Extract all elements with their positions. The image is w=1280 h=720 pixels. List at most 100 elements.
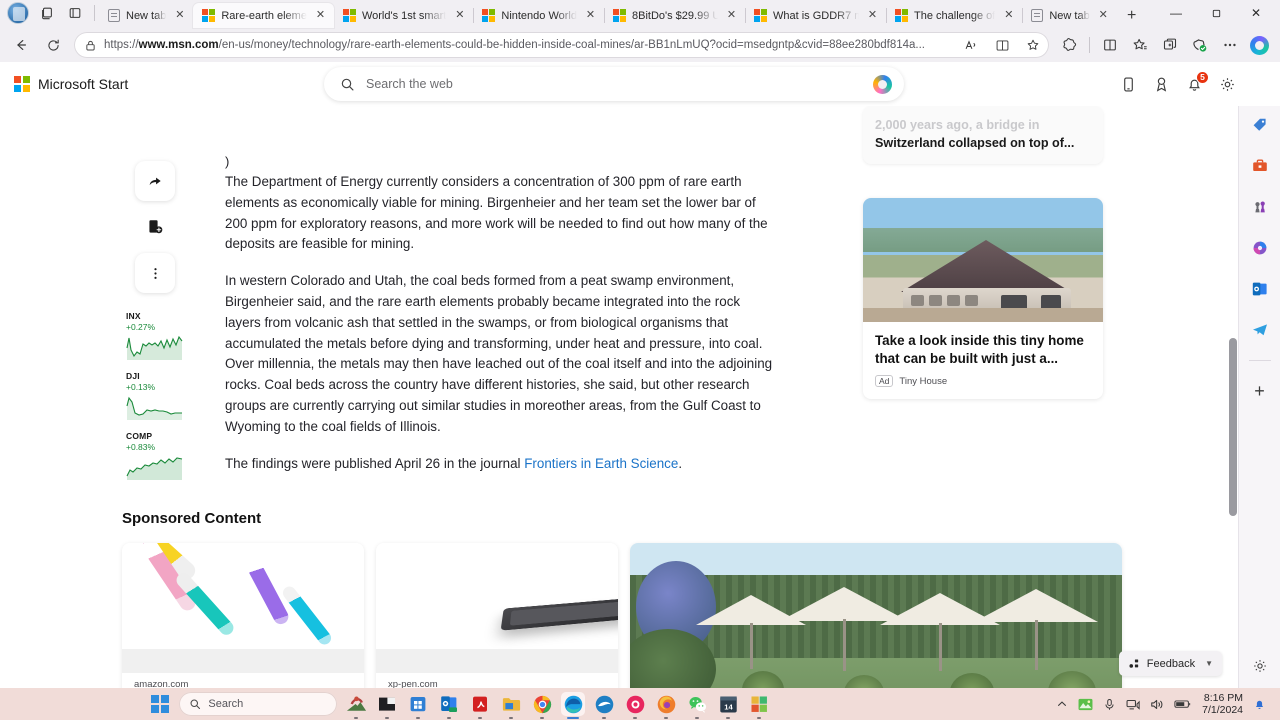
favorite-star-icon[interactable] <box>1021 34 1045 56</box>
calendar-icon[interactable]: 14 <box>716 692 740 719</box>
feedback-button[interactable]: Feedback ▼ <box>1118 651 1222 676</box>
tab-close-icon[interactable]: ✕ <box>865 8 880 23</box>
microphone-icon[interactable] <box>1103 698 1116 711</box>
tab-close-icon[interactable]: ✕ <box>313 8 328 23</box>
tab-close-icon[interactable]: ✕ <box>172 8 187 23</box>
shield-protection-icon[interactable] <box>1185 31 1214 59</box>
ad-source: Tiny House <box>899 375 948 387</box>
taskbar-clock[interactable]: 8:16 PM 7/1/2024 <box>1202 692 1243 716</box>
ticker-card[interactable]: INX +0.27% <box>126 311 184 360</box>
ticker-card[interactable]: DJI +0.13% <box>126 371 184 420</box>
split-screen-icon[interactable] <box>62 1 88 25</box>
tab-close-icon[interactable]: ✕ <box>724 8 739 23</box>
firefox-icon[interactable] <box>654 692 678 719</box>
tab-close-icon[interactable]: ✕ <box>583 8 598 23</box>
tab-nintendo-world[interactable]: Nintendo World ✕ <box>473 3 605 28</box>
add-to-collection-icon[interactable] <box>1155 31 1184 59</box>
chrome-icon[interactable] <box>530 692 554 719</box>
split-screen-toolbar-icon[interactable] <box>1095 31 1124 59</box>
new-tab-button[interactable]: + <box>1119 4 1145 28</box>
tab-rare-earth-elements[interactable]: Rare-earth eleme ✕ <box>193 3 334 28</box>
immersive-reader-icon[interactable] <box>990 34 1014 56</box>
tiny-home-ad-card[interactable]: Take a look inside this tiny home that c… <box>863 198 1103 399</box>
copilot-button[interactable] <box>1245 31 1274 59</box>
start-button[interactable] <box>148 692 172 716</box>
copilot-search-icon[interactable] <box>873 74 892 94</box>
games-icon[interactable] <box>1246 193 1274 221</box>
tab-new-tab-1[interactable]: New tab ✕ <box>99 3 195 28</box>
minimize-button[interactable]: — <box>1156 0 1196 26</box>
file-explorer-dark-icon[interactable] <box>375 692 399 719</box>
tab-title: The challenge of <box>914 9 996 22</box>
outlook-new-icon[interactable] <box>437 692 461 719</box>
journal-link[interactable]: Frontiers in Earth Science <box>524 456 678 471</box>
scrollbar-thumb[interactable] <box>1229 338 1237 516</box>
tools-icon[interactable] <box>1246 152 1274 180</box>
profile-avatar[interactable] <box>7 2 29 24</box>
pdf-reader-icon[interactable] <box>468 692 492 719</box>
outlook-icon[interactable] <box>1246 275 1274 303</box>
add-sidebar-app-icon[interactable]: + <box>1246 377 1274 405</box>
chevron-down-icon[interactable]: ▼ <box>1205 659 1213 668</box>
taskbar-search[interactable]: Search <box>179 692 338 716</box>
tab-close-icon[interactable]: ✕ <box>1001 8 1016 23</box>
notification-bell-icon[interactable] <box>1253 698 1266 711</box>
sponsored-card-tablet[interactable]: xp-pen.com US Warehouse Fast Delivery - <box>376 543 618 688</box>
more-options-button[interactable] <box>135 253 175 293</box>
shopping-tag-icon[interactable] <box>1246 111 1274 139</box>
tiny-home-ad-body: Take a look inside this tiny home that c… <box>863 322 1103 399</box>
rewards-icon[interactable] <box>1153 76 1170 93</box>
tab-close-icon[interactable]: ✕ <box>1096 8 1111 23</box>
save-to-collection-button[interactable] <box>135 207 175 247</box>
sidebar-settings-icon[interactable] <box>1246 652 1274 680</box>
refresh-button[interactable] <box>38 31 68 59</box>
tab-the-challenge-of[interactable]: The challenge of ✕ <box>886 3 1024 28</box>
app-pink-icon[interactable] <box>623 692 647 719</box>
edge-icon[interactable] <box>561 692 586 719</box>
teaser-card[interactable]: 2,000 years ago, a bridge in Switzerland… <box>863 106 1103 164</box>
ticker-card[interactable]: COMP +0.83% <box>126 431 184 480</box>
network-icon[interactable] <box>1126 698 1140 711</box>
tab-new-tab-2[interactable]: New tab ✕ <box>1022 3 1116 28</box>
share-button[interactable] <box>135 161 175 201</box>
photos-icon[interactable] <box>747 692 771 719</box>
browser-essentials-icon[interactable] <box>1055 31 1084 59</box>
microsoft-store-icon[interactable] <box>406 692 430 719</box>
sponsored-source: amazon.com <box>134 679 189 688</box>
mobile-app-icon[interactable] <box>1120 76 1137 93</box>
sponsored-card-pens[interactable]: amazon.com Save on uniball pens Today - <box>122 543 364 688</box>
msn-brand[interactable]: Microsoft Start <box>14 76 314 92</box>
tab-worlds-1st-smart[interactable]: World's 1st smart ✕ <box>334 3 475 28</box>
nvidia-tray-icon[interactable] <box>1078 698 1093 711</box>
collections-icon[interactable] <box>1125 31 1154 59</box>
maximize-button[interactable] <box>1196 0 1236 26</box>
address-bar[interactable]: https://www.msn.com/en-us/money/technolo… <box>74 32 1049 58</box>
web-search-box[interactable]: Search the web <box>324 67 904 101</box>
app-blue-icon[interactable] <box>592 692 616 719</box>
sponsored-content-section: Sponsored Content amazon.com xp-pen.com <box>122 510 1122 688</box>
widgets-weather-icon[interactable] <box>344 692 368 719</box>
sponsored-card-garden[interactable] <box>630 543 1122 688</box>
read-aloud-icon[interactable] <box>959 34 983 56</box>
close-window-button[interactable]: ✕ <box>1236 0 1276 26</box>
settings-gear-icon[interactable] <box>1219 76 1236 93</box>
settings-more-icon[interactable] <box>1215 31 1244 59</box>
telegram-icon[interactable] <box>1246 316 1274 344</box>
file-explorer-icon[interactable] <box>499 692 523 719</box>
battery-icon[interactable] <box>1174 698 1192 710</box>
notifications-icon[interactable]: 5 <box>1186 70 1209 93</box>
wechat-icon[interactable] <box>685 692 709 719</box>
tab-what-is-gddr7[interactable]: What is GDDR7 m ✕ <box>745 3 887 28</box>
page-scrollbar[interactable] <box>1228 106 1238 688</box>
running-indicator <box>354 717 359 719</box>
tab-8bitdo[interactable]: 8BitDo's $29.99 U ✕ <box>604 3 746 28</box>
tab-close-icon[interactable]: ✕ <box>452 8 467 23</box>
volume-icon[interactable] <box>1150 698 1164 711</box>
tab-search-icon[interactable] <box>34 1 60 25</box>
show-hidden-icons-chevron[interactable] <box>1056 698 1068 710</box>
running-indicator <box>416 717 421 719</box>
search-icon <box>190 699 201 710</box>
back-button[interactable] <box>6 31 36 59</box>
copilot-icon[interactable] <box>1246 234 1274 262</box>
window-controls: — ✕ <box>1156 0 1276 28</box>
